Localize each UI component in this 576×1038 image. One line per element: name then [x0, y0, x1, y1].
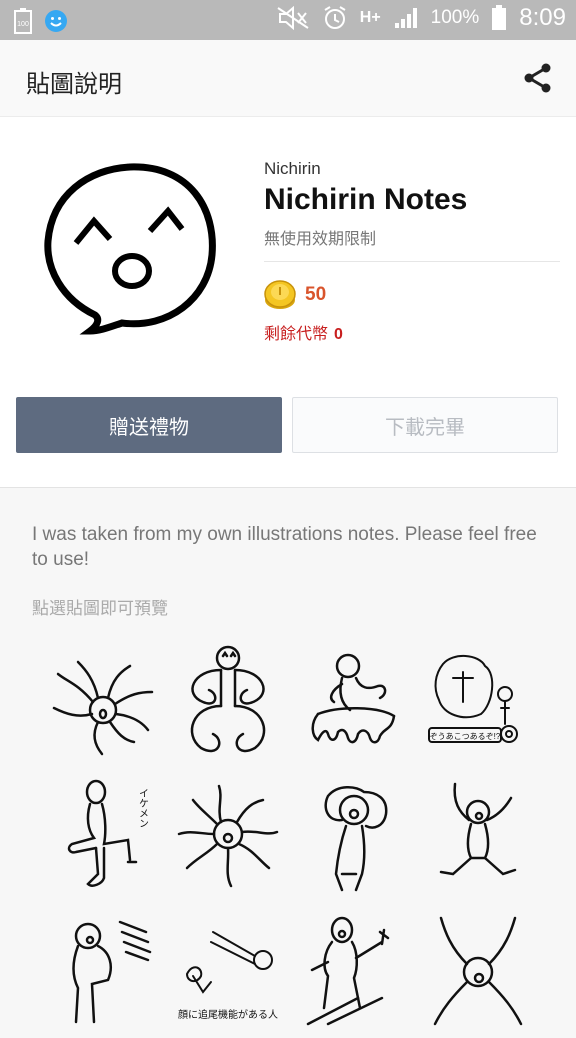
sticker-item[interactable]	[40, 636, 165, 770]
sticker-thumbnail	[44, 163, 216, 335]
sticker-dancing-figure	[439, 782, 516, 876]
author-name: Nichirin	[264, 159, 321, 178]
small-battery-text: 100	[17, 21, 29, 28]
sticker-item[interactable]: ぞうあこつあるぞ!?	[415, 636, 540, 770]
remaining-coins: 剩餘代幣 0	[264, 320, 343, 344]
download-complete-button[interactable]: 下載完畢	[292, 397, 558, 453]
smiley-app-icon	[45, 10, 67, 32]
sticker-text-sign: ぞうあこつあるぞ!?	[427, 655, 518, 743]
coin-icon	[264, 280, 296, 309]
battery-icon	[492, 5, 507, 30]
page-title: 貼圖說明	[26, 71, 122, 98]
sticker-arms-up-figure	[433, 916, 522, 1026]
share-icon[interactable]	[522, 62, 554, 94]
sticker-item[interactable]	[290, 636, 415, 770]
sticker-item[interactable]	[415, 904, 540, 1038]
validity-text: 無使用效期限制	[264, 231, 377, 248]
remaining-label: 剩餘代幣	[264, 326, 329, 343]
sticker-title: Nichirin Notes	[264, 183, 468, 216]
clock: 8:09	[519, 4, 566, 31]
sticker-running-figure	[71, 920, 151, 1024]
sticker-item[interactable]	[415, 770, 540, 904]
sticker-flying-face: 顔に追尾機能がある人	[178, 931, 278, 1021]
sticker-skiing-figure	[306, 916, 389, 1026]
sticker-kicking-figure: イケメン	[67, 779, 148, 887]
mute-icon	[277, 6, 309, 30]
alarm-icon	[324, 6, 346, 29]
signal-icon	[394, 8, 417, 28]
app-bar: 貼圖說明	[0, 40, 576, 117]
sticker-octopus-arms	[52, 660, 153, 756]
sticker-caption: イケメン	[136, 788, 148, 828]
sticker-item[interactable]	[165, 636, 290, 770]
battery-percent: 100%	[430, 7, 480, 28]
sticker-item[interactable]: 顔に追尾機能がある人	[165, 904, 290, 1038]
sticker-caption: ぞうあこつあるぞ!?	[429, 732, 500, 741]
sticker-sun-figure	[177, 784, 278, 888]
sticker-item[interactable]	[165, 770, 290, 904]
sticker-spiral-figure	[190, 645, 265, 753]
battery-notification-icon: 100	[14, 8, 32, 34]
sticker-info-panel: Nichirin Nichirin Notes 無使用效期限制 50 剩餘代幣 0…	[0, 117, 576, 488]
sticker-item[interactable]	[40, 904, 165, 1038]
preview-hint: 點選貼圖即可預覽	[32, 599, 168, 618]
price-value: 50	[305, 284, 327, 305]
gift-button[interactable]: 贈送禮物	[16, 397, 282, 453]
divider	[264, 261, 560, 262]
sticker-bighead-figure	[323, 786, 387, 892]
sticker-description: I was taken from my own illustrations no…	[32, 524, 537, 570]
sticker-item[interactable]	[290, 770, 415, 904]
sticker-centaur-figure	[311, 653, 395, 744]
network-type: H+	[359, 9, 381, 26]
sticker-caption: 顔に追尾機能がある人	[178, 1008, 278, 1021]
sticker-grid: ぞうあこつあるぞ!? イケメン 顔に追尾機能がある人	[40, 636, 540, 1038]
sticker-item[interactable]	[290, 904, 415, 1038]
remaining-value: 0	[334, 326, 343, 343]
status-bar: 100 H+ 100% 8:09	[0, 0, 576, 40]
sticker-item[interactable]: イケメン	[40, 770, 165, 904]
